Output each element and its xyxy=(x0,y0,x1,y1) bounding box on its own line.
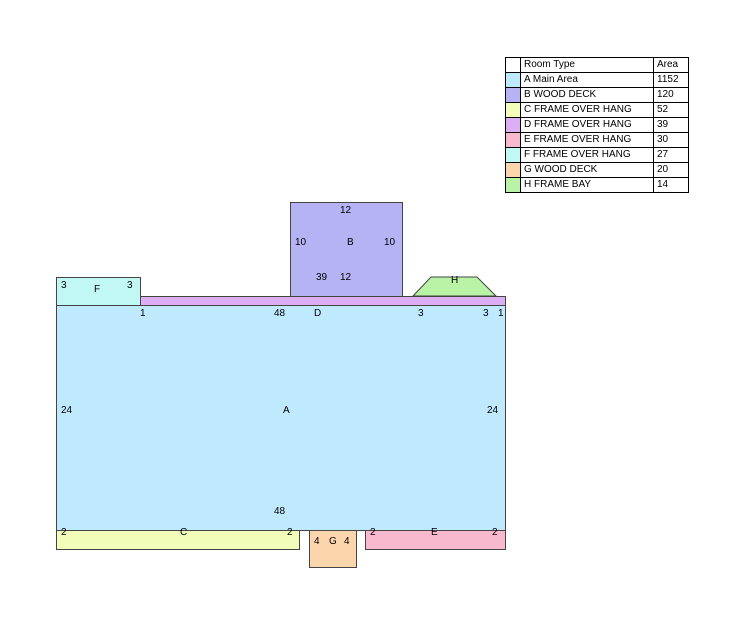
room-d-mid-c: 3 xyxy=(483,308,489,319)
room-c-left-dim: 2 xyxy=(61,527,67,538)
room-d-mid-a: 48 xyxy=(274,308,286,319)
room-e-right-dim: 2 xyxy=(492,527,498,538)
room-c-right-dim: 2 xyxy=(287,527,293,538)
room-c-label: C xyxy=(180,527,188,538)
room-a-right-dim: 24 xyxy=(487,405,499,416)
room-d-length-dim: 39 xyxy=(316,272,328,283)
room-d-left-dim: 1 xyxy=(140,308,146,319)
room-a-bottom-dim: 48 xyxy=(274,506,286,517)
room-f-label: F xyxy=(94,284,101,295)
room-a-left-dim: 24 xyxy=(61,405,73,416)
room-d-right-dim: 1 xyxy=(498,308,504,319)
room-h-svg xyxy=(411,276,498,297)
room-b-left-dim: 10 xyxy=(295,237,307,248)
room-a-label: A xyxy=(283,405,290,416)
room-g-right-dim: 4 xyxy=(344,536,350,547)
room-h-label: H xyxy=(451,275,459,286)
room-e-left-dim: 2 xyxy=(370,527,376,538)
room-g-left-dim: 4 xyxy=(314,536,320,547)
room-f-right-dim: 3 xyxy=(127,280,133,291)
room-b-top-dim: 12 xyxy=(340,205,352,216)
room-f-left-dim: 3 xyxy=(61,280,67,291)
room-d-mid-b: 3 xyxy=(418,308,424,319)
room-g-label: G xyxy=(329,536,337,547)
room-d-label: D xyxy=(314,308,322,319)
room-b-label: B xyxy=(347,237,354,248)
room-b-right-dim: 10 xyxy=(384,237,396,248)
room-e-label: E xyxy=(431,527,438,538)
room-b-bottom-dim: 12 xyxy=(340,272,352,283)
